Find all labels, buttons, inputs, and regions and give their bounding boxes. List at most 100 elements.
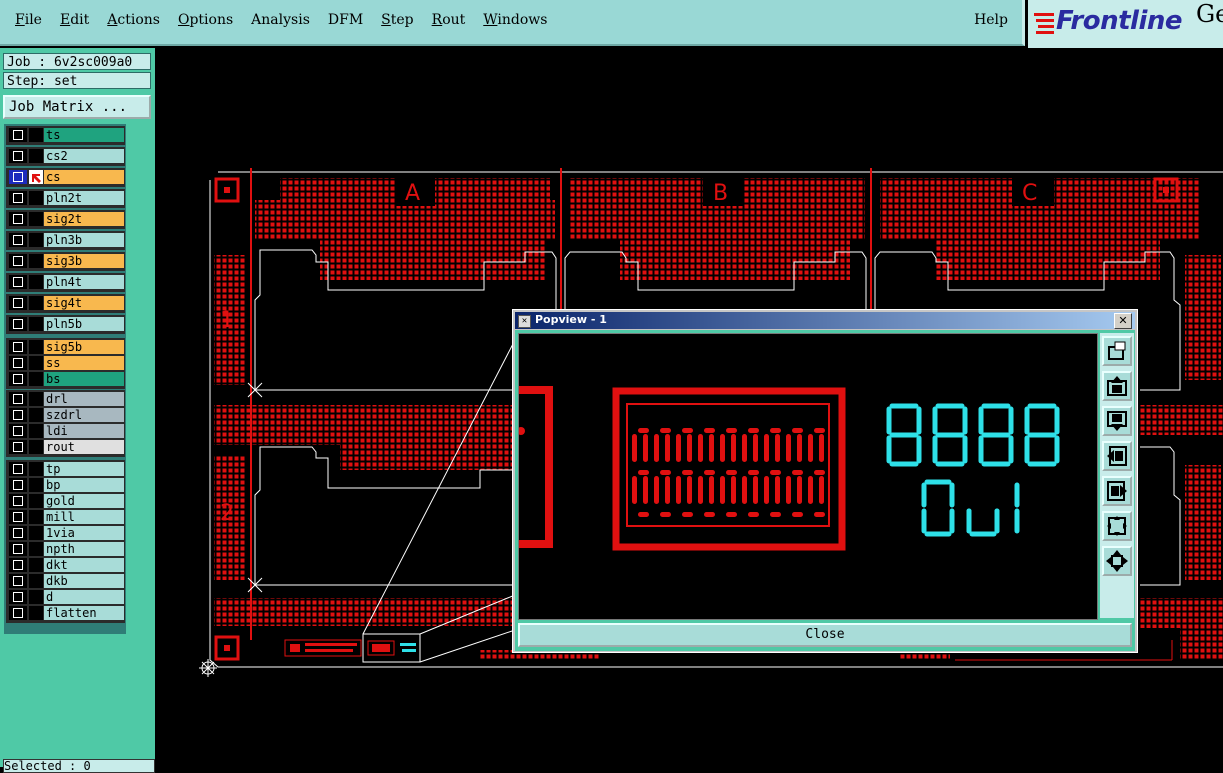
layer-arrow-slot <box>29 128 43 142</box>
close-button[interactable]: Close <box>518 623 1132 647</box>
layer-group: pln4t <box>6 273 125 292</box>
layer-checkbox[interactable] <box>9 275 27 289</box>
layer-group: sig5b ss bs <box>6 338 125 389</box>
menu-windows[interactable]: Windows <box>483 12 547 28</box>
layer-row-pln4t[interactable]: pln4t <box>8 275 125 289</box>
menu-step[interactable]: Step <box>381 12 413 28</box>
layer-row-sig4t[interactable]: sig4t <box>8 296 125 310</box>
pan-down-icon[interactable] <box>1102 406 1132 436</box>
layer-row-gold[interactable]: gold <box>8 494 125 508</box>
layer-row-bp[interactable]: bp <box>8 478 125 492</box>
zoom-in-icon[interactable] <box>1102 511 1132 541</box>
layer-checkbox[interactable] <box>9 462 27 476</box>
layer-checkbox[interactable] <box>9 296 27 310</box>
layer-checkbox[interactable] <box>9 392 27 406</box>
layer-row-drl[interactable]: drl <box>8 392 125 406</box>
layer-checkbox[interactable] <box>9 233 27 247</box>
layer-row-mill[interactable]: mill <box>8 510 125 524</box>
zoom-out-icon[interactable] <box>1102 546 1132 576</box>
layer-checkbox[interactable] <box>9 606 27 620</box>
column-label-b: B <box>713 181 728 206</box>
layer-checkbox[interactable] <box>9 590 27 604</box>
layer-arrow-slot <box>29 440 43 454</box>
layer-arrow-slot <box>29 392 43 406</box>
layer-checkbox[interactable] <box>9 149 27 163</box>
menu-edit[interactable]: Edit <box>60 12 89 28</box>
layer-row-npth[interactable]: npth <box>8 542 125 556</box>
layer-row-ts[interactable]: ts <box>8 128 125 142</box>
layer-list: ts cs2 cs pln2t sig2t pln3b sig3b pln4t sig4t pln… <box>4 124 126 634</box>
layer-checkbox[interactable] <box>9 212 27 226</box>
layer-row-ldi[interactable]: ldi <box>8 424 125 438</box>
layer-row-rout[interactable]: rout <box>8 440 125 454</box>
menu-analysis[interactable]: Analysis <box>251 12 310 28</box>
layer-row-cs2[interactable]: cs2 <box>8 149 125 163</box>
layer-checkbox[interactable] <box>9 424 27 438</box>
layer-checkbox[interactable] <box>9 372 27 386</box>
layer-row-cs[interactable]: cs <box>8 170 125 184</box>
layer-arrow-slot <box>29 340 43 354</box>
popview-title: Popview - 1 <box>535 313 607 326</box>
menu-options[interactable]: Options <box>178 12 233 28</box>
layer-name: rout <box>44 440 124 454</box>
popview-viewport[interactable] <box>517 333 1098 620</box>
layer-checkbox[interactable] <box>9 494 27 508</box>
layer-arrow-slot <box>29 526 43 540</box>
layer-row-sig3b[interactable]: sig3b <box>8 254 125 268</box>
layer-row-sig5b[interactable]: sig5b <box>8 340 125 354</box>
layer-checkbox[interactable] <box>9 191 27 205</box>
layer-row-flatten[interactable]: flatten <box>8 606 125 620</box>
layer-row-dkb[interactable]: dkb <box>8 574 125 588</box>
layer-row-pln2t[interactable]: pln2t <box>8 191 125 205</box>
pan-up-icon[interactable] <box>1102 371 1132 401</box>
layer-name: pln2t <box>44 191 124 205</box>
close-icon[interactable]: ✕ <box>1114 313 1132 329</box>
layer-name: sig3b <box>44 254 124 268</box>
zoom-window-icon[interactable] <box>1102 336 1132 366</box>
layer-row-d[interactable]: d <box>8 590 125 604</box>
layer-checkbox[interactable] <box>9 478 27 492</box>
layer-checkbox[interactable] <box>9 408 27 422</box>
layer-checkbox[interactable] <box>9 510 27 524</box>
pan-right-icon[interactable] <box>1102 476 1132 506</box>
layer-row-sig2t[interactable]: sig2t <box>8 212 125 226</box>
layer-arrow-slot <box>29 275 43 289</box>
layer-name: d <box>44 590 124 604</box>
menu-actions[interactable]: Actions <box>107 12 160 28</box>
job-matrix-button[interactable]: Job Matrix ... <box>3 95 151 119</box>
layer-checkbox[interactable] <box>9 254 27 268</box>
layer-checkbox[interactable] <box>9 574 27 588</box>
row-label-2: 2 <box>220 501 234 526</box>
layer-row-1via[interactable]: 1via <box>8 526 125 540</box>
pan-left-icon[interactable] <box>1102 441 1132 471</box>
layer-row-tp[interactable]: tp <box>8 462 125 476</box>
menu-dfm[interactable]: DFM <box>328 12 363 28</box>
layer-group: cs <box>6 168 125 187</box>
layer-checkbox[interactable] <box>9 526 27 540</box>
layer-arrow-slot <box>29 606 43 620</box>
row-label-1: 1 <box>220 308 234 333</box>
layer-row-dkt[interactable]: dkt <box>8 558 125 572</box>
layer-row-bs[interactable]: bs <box>8 372 125 386</box>
layer-checkbox[interactable] <box>9 558 27 572</box>
popview-titlebar[interactable]: ✕ Popview - 1 ✕ <box>515 312 1135 329</box>
layer-checkbox[interactable] <box>9 128 27 142</box>
menu-rout[interactable]: Rout <box>432 12 466 28</box>
menu-help[interactable]: Help <box>974 12 1008 28</box>
layer-checkbox[interactable] <box>9 317 27 331</box>
layer-arrow-slot <box>29 212 43 226</box>
layer-name: dkb <box>44 574 124 588</box>
layer-checkbox[interactable] <box>9 170 27 184</box>
layer-row-pln3b[interactable]: pln3b <box>8 233 125 247</box>
layer-checkbox[interactable] <box>9 542 27 556</box>
layer-row-ss[interactable]: ss <box>8 356 125 370</box>
window-menu-icon[interactable]: ✕ <box>518 315 531 328</box>
layer-checkbox[interactable] <box>9 440 27 454</box>
job-name: Job : 6v2sc009a0 <box>3 53 151 70</box>
layer-checkbox[interactable] <box>9 356 27 370</box>
layer-checkbox[interactable] <box>9 340 27 354</box>
layer-row-pln5b[interactable]: pln5b <box>8 317 125 331</box>
layer-name: pln3b <box>44 233 124 247</box>
menu-file[interactable]: File <box>15 12 42 28</box>
layer-row-szdrl[interactable]: szdrl <box>8 408 125 422</box>
